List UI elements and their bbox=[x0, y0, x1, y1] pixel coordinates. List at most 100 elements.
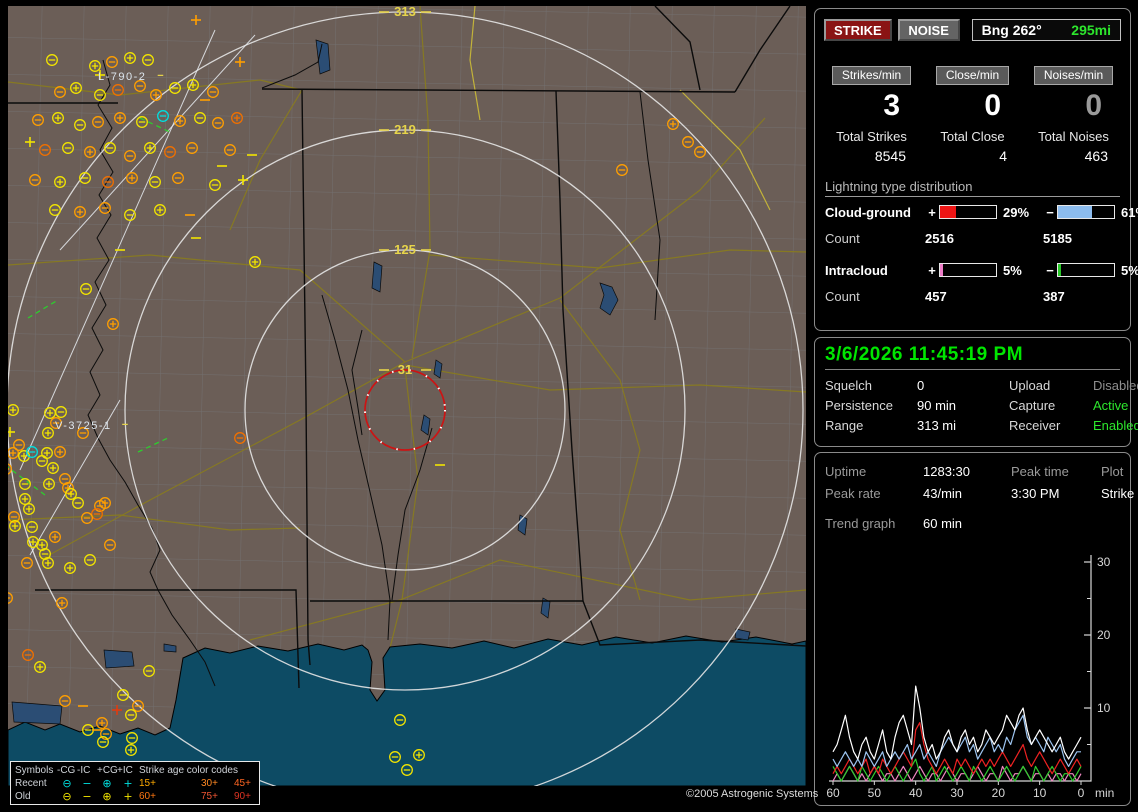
uptime-value: 1283:30 bbox=[923, 461, 1011, 483]
trend-chart: 1020306050403020100min bbox=[821, 549, 1124, 801]
strike-map[interactable]: 31125219313 L-790-2−V-3725-1− bbox=[8, 6, 806, 786]
old-cg-pos-icon: ⊕ bbox=[97, 790, 117, 803]
lightning-detector-app: 31125219313 L-790-2−V-3725-1− Symbols -C… bbox=[0, 0, 1138, 812]
datetime-display: 3/6/2026 11:45:19 PM bbox=[825, 344, 1120, 370]
capture-label: Capture bbox=[1009, 396, 1093, 416]
uptime-label: Uptime bbox=[825, 461, 923, 483]
svg-text:313: 313 bbox=[394, 6, 416, 19]
upload-label: Upload bbox=[1009, 376, 1093, 396]
cloud-ground-label: Cloud-ground bbox=[825, 205, 925, 220]
total-strikes-label: Total Strikes bbox=[821, 129, 922, 144]
total-close-label: Total Close bbox=[922, 129, 1023, 144]
cloud-ground-row: Cloud-ground + 29% − 61% bbox=[825, 201, 1120, 223]
noises-per-min-value: 0 bbox=[1023, 89, 1124, 127]
persistence-label: Persistence bbox=[825, 396, 917, 416]
count-label: Count bbox=[825, 231, 925, 246]
close-per-min-chip[interactable]: Close/min bbox=[936, 66, 1009, 85]
legend-recent-label: Recent bbox=[15, 777, 57, 790]
noises-per-min-chip[interactable]: Noises/min bbox=[1034, 66, 1113, 85]
cg-minus-count: 5185 bbox=[1043, 231, 1138, 246]
close-per-min-value: 0 bbox=[922, 89, 1023, 127]
legend-symbols-header: Symbols bbox=[15, 764, 57, 777]
capture-status: Active bbox=[1093, 396, 1138, 416]
legend-col-icpos: +IC bbox=[117, 764, 139, 777]
minus-sign: − bbox=[1043, 205, 1057, 220]
bearing-label: Bng 262° bbox=[982, 22, 1042, 38]
svg-text:10: 10 bbox=[1033, 786, 1047, 800]
minus-sign: − bbox=[1043, 263, 1057, 278]
svg-text:50: 50 bbox=[868, 786, 882, 800]
cg-minus-bar bbox=[1057, 205, 1115, 219]
squelch-label: Squelch bbox=[825, 376, 917, 396]
trend-panel: Uptime 1283:30 Peak time Plot Peak rate … bbox=[814, 452, 1131, 806]
ic-plus-pct: 5% bbox=[999, 263, 1043, 278]
strike-mode-button[interactable]: STRIKE bbox=[824, 19, 892, 41]
copyright-text: ©2005 Astrogenic Systems bbox=[686, 788, 818, 800]
intracloud-count-row: Count 457 387 bbox=[825, 285, 1120, 307]
cg-plus-pct: 29% bbox=[999, 205, 1043, 220]
svg-text:125: 125 bbox=[394, 242, 416, 257]
old-cg-neg-icon: ⊖ bbox=[57, 790, 77, 803]
peak-time-value: 3:30 PM bbox=[1011, 483, 1101, 505]
squelch-value: 0 bbox=[917, 376, 1009, 396]
svg-text:20: 20 bbox=[992, 786, 1006, 800]
svg-text:V-3725-1: V-3725-1 bbox=[55, 420, 112, 432]
ic-plus-count: 457 bbox=[925, 289, 1043, 304]
symbols-legend: Symbols -CG -IC +CG +IC Strike age color… bbox=[10, 761, 260, 805]
recent-ic-neg-icon: − bbox=[77, 777, 97, 790]
plot-value: Strike bbox=[1101, 483, 1134, 505]
svg-text:30: 30 bbox=[1097, 555, 1111, 569]
ic-minus-count: 387 bbox=[1043, 289, 1138, 304]
trend-graph-value: 60 min bbox=[923, 513, 1120, 535]
svg-text:L-790-2: L-790-2 bbox=[98, 71, 146, 83]
distribution-title: Lightning type distribution bbox=[825, 179, 1120, 197]
close-per-min-column: Close/min 0 Total Close 4 bbox=[922, 66, 1023, 164]
intracloud-row: Intracloud + 5% − 5% bbox=[825, 259, 1120, 281]
upload-status: Disabled bbox=[1093, 376, 1138, 396]
persistence-value: 90 min bbox=[917, 396, 1009, 416]
count-label: Count bbox=[825, 289, 925, 304]
legend-col-cgneg: -CG bbox=[57, 764, 77, 777]
age-60: 60+ bbox=[139, 790, 201, 803]
age-30: 30+ bbox=[201, 777, 234, 790]
legend-old-label: Old bbox=[15, 790, 57, 803]
strike-stats-panel: STRIKE NOISE Bng 262° 295mi Strikes/min … bbox=[814, 8, 1131, 331]
svg-text:10: 10 bbox=[1097, 701, 1111, 715]
old-ic-neg-icon: − bbox=[77, 790, 97, 803]
legend-age-title: Strike age color codes bbox=[139, 764, 267, 777]
plus-sign: + bbox=[925, 205, 939, 220]
range-label: Range bbox=[825, 416, 917, 436]
recent-ic-pos-icon: + bbox=[117, 777, 139, 790]
total-noises-value: 463 bbox=[1023, 148, 1124, 164]
legend-col-cgpos: +CG bbox=[97, 764, 117, 777]
svg-text:−: − bbox=[122, 419, 128, 431]
legend-col-icneg: -IC bbox=[77, 764, 97, 777]
plus-sign: + bbox=[925, 263, 939, 278]
age-90: 90+ bbox=[234, 790, 267, 803]
total-close-value: 4 bbox=[922, 148, 1023, 164]
svg-text:min: min bbox=[1095, 786, 1114, 800]
cloud-ground-count-row: Count 2516 5185 bbox=[825, 227, 1120, 249]
peak-rate-label: Peak rate bbox=[825, 483, 923, 505]
svg-text:219: 219 bbox=[394, 122, 416, 137]
cg-plus-count: 2516 bbox=[925, 231, 1043, 246]
svg-text:0: 0 bbox=[1078, 786, 1085, 800]
old-ic-pos-icon: + bbox=[117, 790, 139, 803]
cg-minus-pct: 61% bbox=[1117, 205, 1138, 220]
range-value: 295mi bbox=[1071, 22, 1111, 38]
svg-text:20: 20 bbox=[1097, 628, 1111, 642]
peak-time-label: Peak time bbox=[1011, 461, 1101, 483]
svg-text:60: 60 bbox=[826, 786, 840, 800]
strikes-per-min-chip[interactable]: Strikes/min bbox=[832, 66, 911, 85]
status-panel: 3/6/2026 11:45:19 PM Squelch 0 Upload Di… bbox=[814, 337, 1131, 447]
bearing-range-readout: Bng 262° 295mi bbox=[972, 19, 1121, 41]
ic-minus-pct: 5% bbox=[1117, 263, 1138, 278]
ic-minus-bar bbox=[1057, 263, 1115, 277]
cg-plus-bar bbox=[939, 205, 997, 219]
svg-text:−: − bbox=[157, 70, 163, 82]
noise-mode-button[interactable]: NOISE bbox=[898, 19, 960, 41]
age-15: 15+ bbox=[139, 777, 201, 790]
trend-graph-label: Trend graph bbox=[825, 513, 923, 535]
range-value: 313 mi bbox=[917, 416, 1009, 436]
svg-text:40: 40 bbox=[909, 786, 923, 800]
